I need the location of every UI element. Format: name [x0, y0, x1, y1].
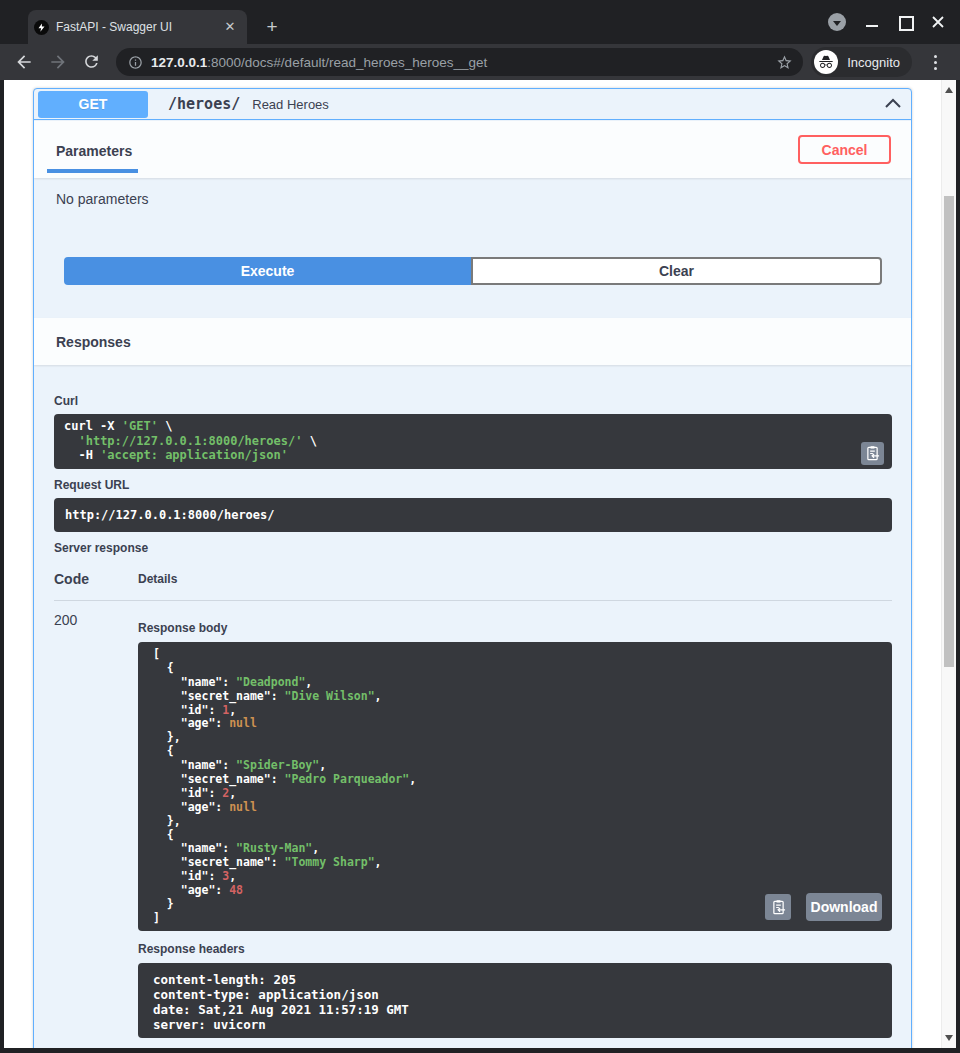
request-url-value: http://127.0.0.1:8000/heroes/ [65, 508, 275, 522]
response-headers-code: content-length: 205content-type: applica… [153, 972, 892, 1032]
response-body-code: [ { "name": "Deadpond", "secret_name": "… [153, 648, 892, 926]
browser-tab-bar: FastAPI - Swagger UI ✕ + [0, 0, 960, 44]
tab-title: FastAPI - Swagger UI [56, 20, 221, 34]
operation-summary: Read Heroes [252, 97, 883, 112]
server-response-label: Server response [54, 541, 148, 555]
incognito-label: Incognito [847, 55, 900, 70]
responses-body: Curl curl -X 'GET' \ 'http://127.0.0.1:8… [34, 366, 911, 1048]
cancel-button[interactable]: Cancel [798, 135, 891, 164]
bookmark-star-icon[interactable] [776, 54, 793, 71]
reload-icon[interactable] [82, 52, 102, 72]
scrollbar-down-icon[interactable] [945, 1035, 953, 1041]
no-parameters-text: No parameters [56, 191, 149, 207]
opblock-get-heroes: GET /heroes/ Read Heroes Parameters Canc… [33, 88, 912, 1048]
url-path: :8000/docs#/default/read_heroes_heroes__… [207, 55, 487, 70]
request-url-block: http://127.0.0.1:8000/heroes/ [54, 498, 892, 532]
browser-toolbar: 127.0.0.1:8000/docs#/default/read_heroes… [0, 44, 960, 80]
swagger-page: GET /heroes/ Read Heroes Parameters Canc… [4, 80, 956, 1048]
back-icon[interactable] [14, 52, 34, 72]
response-body-label: Response body [138, 621, 227, 635]
window-close-button[interactable] [931, 15, 945, 29]
tab-close-icon[interactable]: ✕ [221, 18, 239, 36]
details-column-header: Details [138, 572, 177, 586]
address-bar[interactable]: 127.0.0.1:8000/docs#/default/read_heroes… [116, 48, 803, 76]
curl-copy-button[interactable] [861, 442, 884, 465]
parameters-tab-underline [47, 169, 138, 173]
site-info-icon[interactable] [128, 55, 143, 70]
request-url-label: Request URL [54, 478, 129, 492]
tab-search-icon[interactable] [828, 13, 846, 31]
curl-label: Curl [54, 394, 78, 408]
code-column-header: Code [54, 571, 89, 587]
curl-code: curl -X 'GET' \ 'http://127.0.0.1:8000/h… [64, 419, 882, 463]
opblock-summary[interactable]: GET /heroes/ Read Heroes [34, 89, 911, 120]
url-text: 127.0.0.1:8000/docs#/default/read_heroes… [151, 55, 776, 70]
fastapi-favicon-icon [34, 20, 49, 35]
browser-tab[interactable]: FastAPI - Swagger UI ✕ [28, 10, 247, 44]
response-headers-block: content-length: 205content-type: applica… [138, 963, 892, 1038]
download-button[interactable]: Download [806, 893, 882, 921]
window-controls [828, 13, 945, 31]
operation-path: /heroes/ [168, 95, 240, 113]
scrollbar-up-icon[interactable] [945, 87, 953, 93]
curl-command-block: curl -X 'GET' \ 'http://127.0.0.1:8000/h… [54, 414, 892, 469]
clear-button[interactable]: Clear [471, 257, 882, 285]
parameters-title: Parameters [56, 143, 132, 159]
scrollbar-thumb[interactable] [944, 196, 954, 667]
window-minimize-button[interactable] [865, 15, 879, 29]
method-badge: GET [38, 91, 148, 118]
incognito-badge: Incognito [811, 47, 912, 77]
response-copy-button[interactable] [765, 894, 791, 920]
execute-button[interactable]: Execute [64, 257, 471, 285]
table-divider [54, 600, 892, 601]
new-tab-button[interactable]: + [263, 18, 281, 36]
incognito-icon [814, 50, 838, 74]
responses-header: Responses [34, 318, 911, 365]
browser-menu-icon[interactable] [926, 52, 944, 72]
url-host: 127.0.0.1 [151, 55, 207, 70]
forward-icon[interactable] [48, 52, 68, 72]
parameters-header: Parameters Cancel [34, 121, 911, 178]
status-code: 200 [54, 612, 77, 628]
responses-title: Responses [56, 334, 131, 350]
response-headers-label: Response headers [138, 942, 245, 956]
window-maximize-button[interactable] [898, 15, 912, 29]
response-body-block: [ { "name": "Deadpond", "secret_name": "… [138, 642, 892, 931]
execute-row: Execute Clear [64, 257, 882, 285]
collapse-chevron-icon[interactable] [883, 94, 903, 114]
page-scrollbar[interactable] [941, 80, 956, 1048]
